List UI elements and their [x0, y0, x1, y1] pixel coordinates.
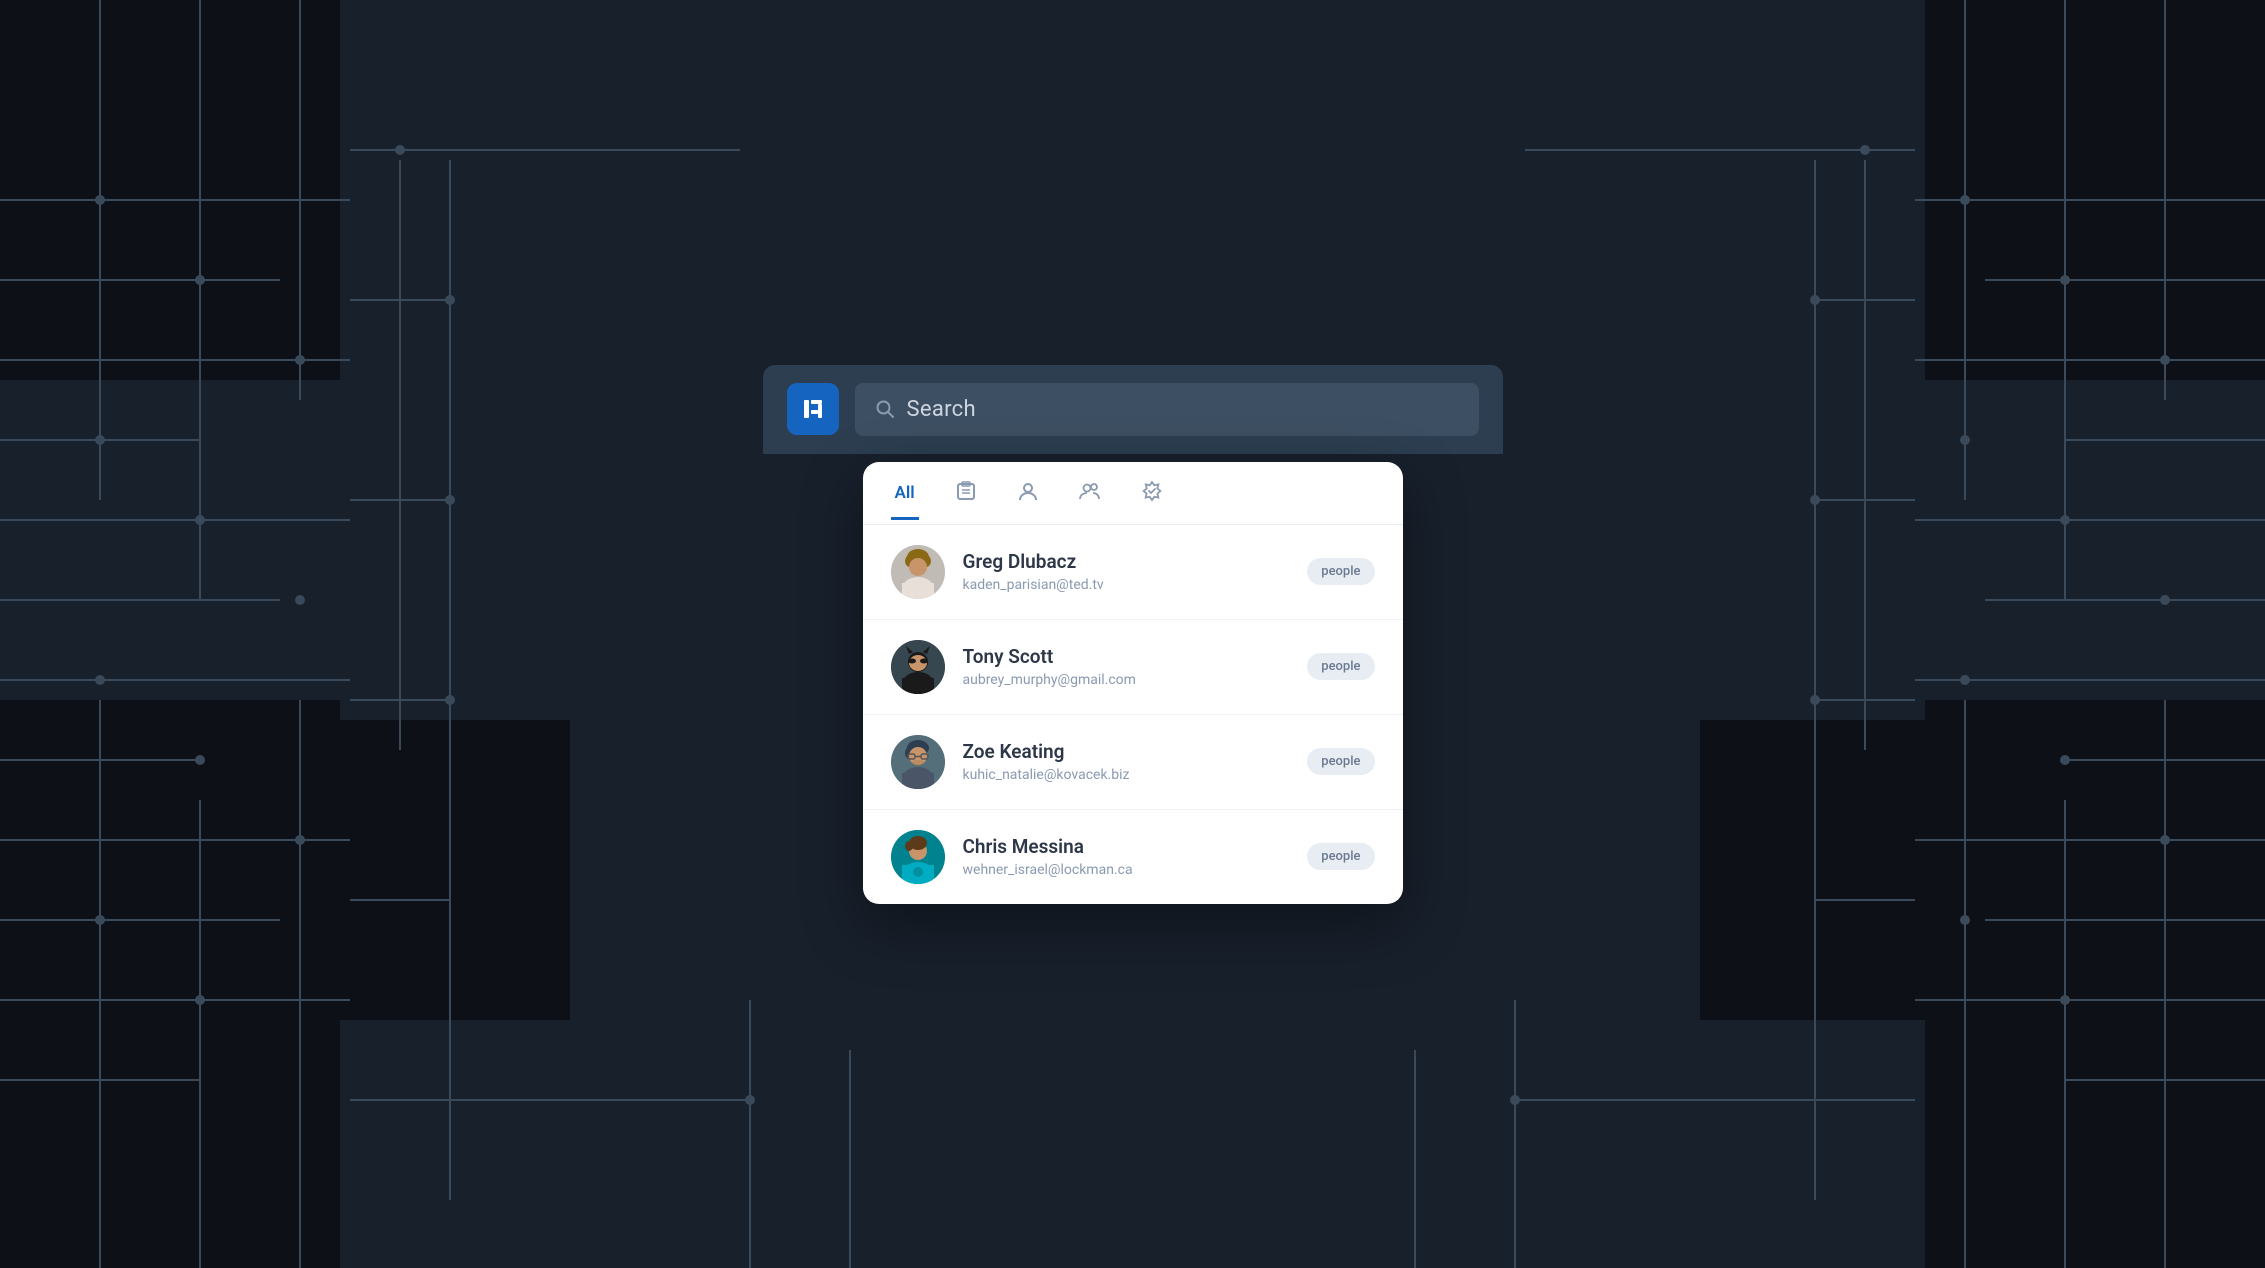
result-name-tony: Tony Scott [963, 645, 1308, 668]
avatar-tony [891, 640, 945, 694]
result-badge-greg: people [1307, 558, 1374, 585]
results-list: Greg Dlubacz kaden_parisian@ted.tv peopl… [863, 525, 1403, 904]
result-badge-tony: people [1307, 653, 1374, 680]
person1-icon [1017, 480, 1039, 507]
result-badge-chris: people [1307, 843, 1374, 870]
result-name-chris: Chris Messina [963, 835, 1308, 858]
result-item-zoe[interactable]: Zoe Keating kuhic_natalie@kovacek.biz pe… [863, 715, 1403, 810]
avatar-chris [891, 830, 945, 884]
result-email-greg: kaden_parisian@ted.tv [963, 577, 1308, 593]
person2-icon [1079, 480, 1101, 507]
result-info-tony: Tony Scott aubrey_murphy@gmail.com [963, 645, 1308, 688]
tab-person2[interactable] [1075, 462, 1105, 524]
tab-person1[interactable] [1013, 462, 1043, 524]
avatar-zoe [891, 735, 945, 789]
search-results-panel: All [863, 462, 1403, 904]
header-bar: Search [763, 365, 1503, 454]
search-bar[interactable]: Search [855, 383, 1479, 436]
result-email-zoe: kuhic_natalie@kovacek.biz [963, 767, 1308, 783]
avatar-greg [891, 545, 945, 599]
result-email-tony: aubrey_murphy@gmail.com [963, 672, 1308, 688]
result-badge-zoe: people [1307, 748, 1374, 775]
tabs-bar: All [863, 462, 1403, 525]
result-info-greg: Greg Dlubacz kaden_parisian@ted.tv [963, 550, 1308, 593]
result-info-chris: Chris Messina wehner_israel@lockman.ca [963, 835, 1308, 878]
result-name-greg: Greg Dlubacz [963, 550, 1308, 573]
tab-verified[interactable] [1137, 462, 1167, 524]
search-icon [875, 399, 895, 419]
result-item-chris[interactable]: Chris Messina wehner_israel@lockman.ca p… [863, 810, 1403, 904]
tab-boards[interactable] [951, 462, 981, 524]
boards-icon [955, 480, 977, 507]
device-wrapper: Search All [763, 365, 1503, 904]
result-name-zoe: Zoe Keating [963, 740, 1308, 763]
tab-all[interactable]: All [891, 465, 919, 520]
tab-all-label: All [895, 483, 915, 503]
verified-icon [1141, 480, 1163, 507]
result-item-greg[interactable]: Greg Dlubacz kaden_parisian@ted.tv peopl… [863, 525, 1403, 620]
result-email-chris: wehner_israel@lockman.ca [963, 862, 1308, 878]
result-item-tony[interactable]: Tony Scott aubrey_murphy@gmail.com peopl… [863, 620, 1403, 715]
result-info-zoe: Zoe Keating kuhic_natalie@kovacek.biz [963, 740, 1308, 783]
search-input-text: Search [907, 397, 976, 422]
app-logo [787, 383, 839, 435]
